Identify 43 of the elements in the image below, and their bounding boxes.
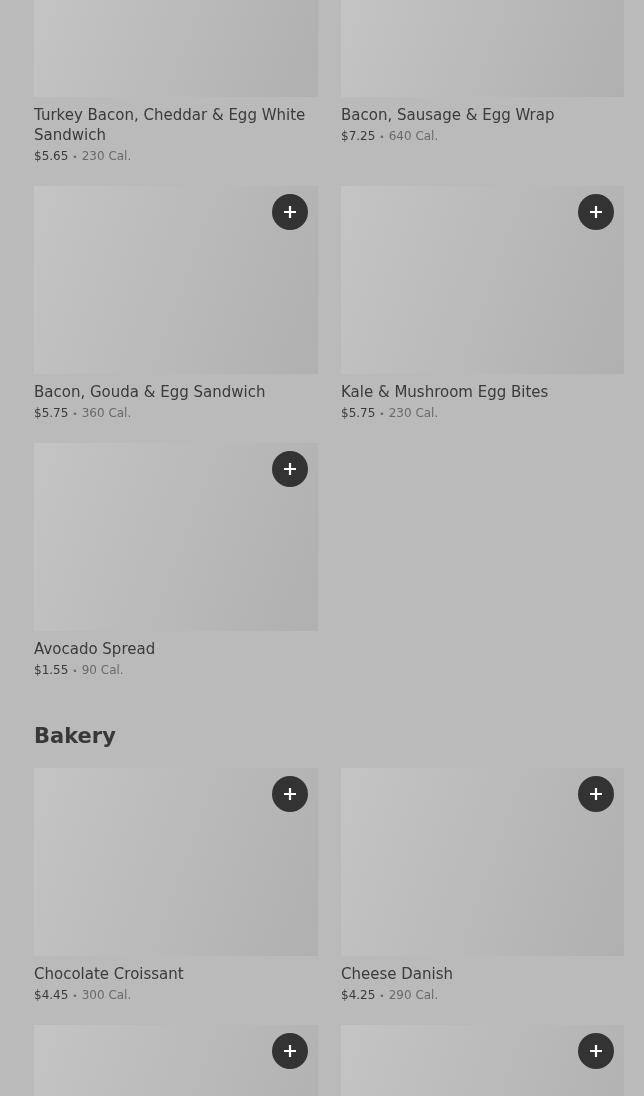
separator-dot: • (379, 132, 385, 142)
separator-dot: • (72, 991, 78, 1001)
plus-icon (283, 462, 297, 476)
plus-icon (283, 1044, 297, 1058)
separator-dot: • (72, 666, 78, 676)
item-price: $7.25 (341, 129, 376, 143)
item-name[interactable]: Bacon, Sausage & Egg Wrap (341, 105, 624, 125)
item-price: $1.55 (34, 663, 69, 677)
add-button[interactable] (272, 776, 308, 812)
add-button[interactable] (272, 451, 308, 487)
plus-icon (589, 1044, 603, 1058)
plus-icon (589, 787, 603, 801)
item-price: $4.25 (341, 988, 376, 1002)
add-button[interactable] (578, 776, 614, 812)
item-name[interactable]: Bacon, Gouda & Egg Sandwich (34, 382, 318, 402)
add-button[interactable] (578, 194, 614, 230)
item-calories: 300 Cal. (81, 988, 132, 1002)
add-button[interactable] (578, 1033, 614, 1069)
item-price: $5.75 (341, 406, 376, 420)
section-heading: Bakery (34, 723, 117, 750)
separator-dot: • (72, 152, 78, 162)
separator-dot: • (379, 409, 385, 419)
separator-dot: • (379, 991, 385, 1001)
item-name[interactable]: Turkey Bacon, Cheddar & Egg White Sandwich (34, 105, 318, 145)
item-name[interactable]: Chocolate Croissant (34, 964, 318, 984)
item-calories: 230 Cal. (81, 149, 132, 163)
item-calories: 290 Cal. (388, 988, 439, 1002)
add-button[interactable] (272, 1033, 308, 1069)
plus-icon (283, 205, 297, 219)
item-name[interactable]: Kale & Mushroom Egg Bites (341, 382, 624, 402)
item-price: $5.75 (34, 406, 69, 420)
item-calories: 230 Cal. (388, 406, 439, 420)
add-button[interactable] (272, 194, 308, 230)
plus-icon (589, 205, 603, 219)
item-price: $5.65 (34, 149, 69, 163)
item-calories: 90 Cal. (81, 663, 124, 677)
plus-icon (283, 787, 297, 801)
item-price: $4.45 (34, 988, 69, 1002)
item-calories: 360 Cal. (81, 406, 132, 420)
item-name[interactable]: Cheese Danish (341, 964, 624, 984)
item-name[interactable]: Avocado Spread (34, 639, 318, 659)
item-calories: 640 Cal. (388, 129, 439, 143)
separator-dot: • (72, 409, 78, 419)
